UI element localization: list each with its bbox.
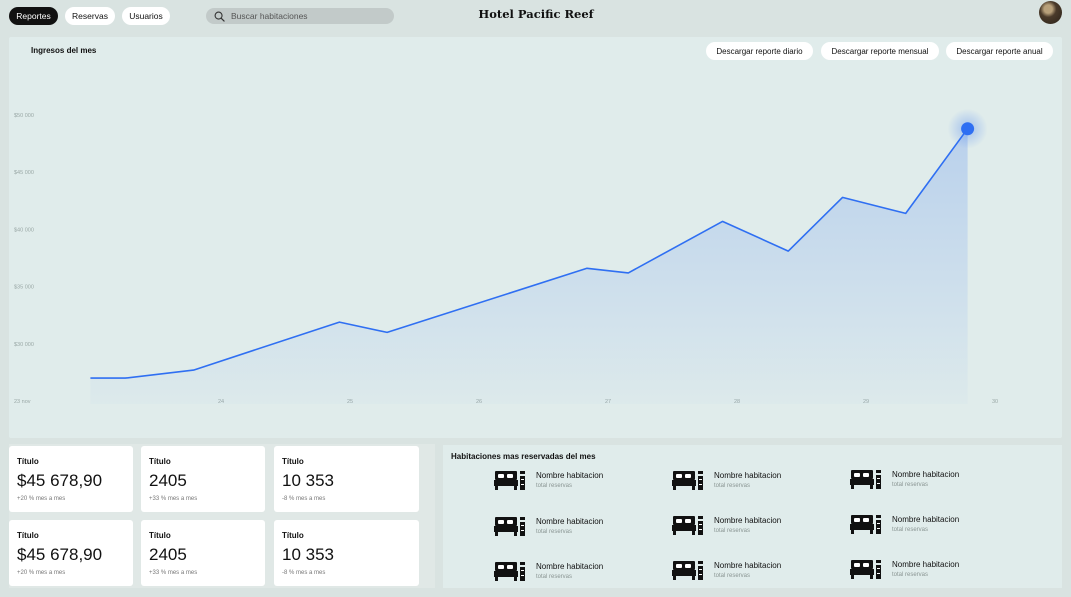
stat-title: Título (149, 531, 171, 540)
x-tick-label: 30 (992, 399, 998, 405)
bed-icon (672, 559, 706, 583)
room-name: Nombre habitacion (536, 471, 604, 480)
stat-title: Título (282, 531, 304, 540)
stat-value: $45 678,90 (17, 471, 103, 490)
room-name: Nombre habitacion (714, 516, 782, 525)
room-item[interactable]: Nombre habitacion total reservas (850, 558, 1010, 582)
stat-title: Título (17, 531, 39, 540)
bed-icon (850, 558, 884, 582)
bed-icon (850, 468, 884, 492)
y-tick-label: $45 000 (14, 170, 34, 176)
y-tick-label: $35 000 (14, 285, 34, 291)
stat-card: Título 10 353 -8 % mes a mes (274, 520, 419, 586)
room-name: Nombre habitacion (892, 470, 960, 479)
nav-tab-usuarios[interactable]: Usuarios (122, 7, 170, 25)
top-rooms-panel: Habitaciones mas reservadas del mes Nomb… (443, 445, 1062, 588)
search-placeholder: Buscar habitaciones (231, 11, 308, 21)
search-icon (214, 11, 225, 22)
y-tick-label: $30 000 (14, 342, 34, 348)
room-total: total reservas (714, 573, 751, 579)
income-chart-panel: $30 000 $35 000 $40 000 $45 000 $50 000 23 n… (9, 37, 1062, 438)
stat-value: 10 353 (282, 471, 334, 490)
bed-icon (494, 515, 528, 539)
room-total: total reservas (714, 528, 751, 534)
room-name: Nombre habitacion (714, 561, 782, 570)
room-total: total reservas (536, 529, 573, 535)
download-annual-report-button[interactable]: Descargar reporte anual (946, 42, 1053, 60)
stat-value: 2405 (149, 545, 187, 564)
room-item[interactable]: Nombre habitacion total reservas (494, 515, 654, 539)
room-name: Nombre habitacion (536, 517, 604, 526)
room-item[interactable]: Nombre habitacion total reservas (672, 514, 832, 538)
bed-icon (672, 514, 706, 538)
stat-card: Título 2405 +33 % mes a mes (141, 446, 265, 512)
stat-card: Título 10 353 -8 % mes a mes (274, 446, 419, 512)
nav-tab-reservas[interactable]: Reservas (65, 7, 115, 25)
room-item[interactable]: Nombre habitacion total reservas (494, 469, 654, 493)
stat-change: -8 % mes a mes (282, 496, 326, 502)
top-rooms-title: Habitaciones mas reservadas del mes (451, 452, 596, 461)
nav-tab-reportes[interactable]: Reportes (9, 7, 58, 25)
income-chart: $30 000 $35 000 $40 000 $45 000 $50 000 23 n… (14, 108, 998, 405)
y-tick-label: $50 000 (14, 113, 34, 119)
room-total: total reservas (536, 574, 573, 580)
stat-card: Título $45 678,90 +20 % mes a mes (9, 446, 133, 512)
chart-title: Ingresos del mes (31, 46, 97, 55)
bed-icon (494, 560, 528, 584)
room-total: total reservas (536, 483, 573, 489)
room-total: total reservas (892, 572, 929, 578)
hotel-title: Hotel Pacific Reef (478, 7, 594, 21)
y-tick-label: $40 000 (14, 227, 34, 233)
room-name: Nombre habitacion (536, 562, 604, 571)
stat-title: Título (17, 457, 39, 466)
room-item[interactable]: Nombre habitacion total reservas (672, 469, 832, 493)
bed-icon (672, 469, 706, 493)
user-avatar[interactable] (1039, 1, 1062, 24)
stat-card: Título 2405 +33 % mes a mes (141, 520, 265, 586)
room-total: total reservas (892, 482, 929, 488)
x-tick-label: 23 nov (14, 399, 31, 405)
stat-title: Título (149, 457, 171, 466)
room-total: total reservas (892, 527, 929, 533)
bed-icon (494, 469, 528, 493)
room-item[interactable]: Nombre habitacion total reservas (850, 513, 1010, 537)
room-item[interactable]: Nombre habitacion total reservas (850, 468, 1010, 492)
room-item[interactable]: Nombre habitacion total reservas (672, 559, 832, 583)
room-name: Nombre habitacion (892, 515, 960, 524)
room-name: Nombre habitacion (892, 560, 960, 569)
room-item[interactable]: Nombre habitacion total reservas (494, 560, 654, 584)
bed-icon (850, 513, 884, 537)
stat-change: +33 % mes a mes (149, 496, 198, 502)
stat-value: 2405 (149, 471, 187, 490)
stat-value: $45 678,90 (17, 545, 103, 564)
room-name: Nombre habitacion (714, 471, 782, 480)
download-daily-report-button[interactable]: Descargar reporte diario (706, 42, 813, 60)
room-total: total reservas (714, 483, 751, 489)
income-area (90, 128, 968, 404)
stat-change: +20 % mes a mes (17, 570, 66, 576)
stat-card: Título $45 678,90 +20 % mes a mes (9, 520, 133, 586)
stat-change: +33 % mes a mes (149, 570, 198, 576)
download-monthly-report-button[interactable]: Descargar reporte mensual (821, 42, 939, 60)
stat-title: Título (282, 457, 304, 466)
search-input[interactable]: Buscar habitaciones (206, 8, 394, 24)
stat-change: -8 % mes a mes (282, 570, 326, 576)
stat-value: 10 353 (282, 545, 334, 564)
last-point-marker[interactable] (961, 122, 975, 136)
stat-change: +20 % mes a mes (17, 496, 66, 502)
top-bar: Reportes Reservas Usuarios Buscar habita… (0, 0, 1071, 30)
